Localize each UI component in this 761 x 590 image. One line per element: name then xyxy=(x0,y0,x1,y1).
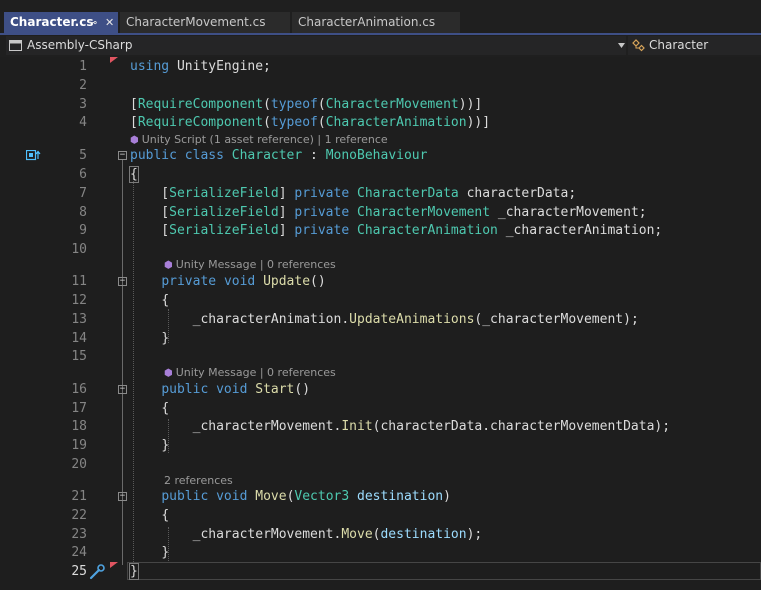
brace-match: { xyxy=(129,166,139,183)
code-text: [RequireComponent(typeof(CharacterAnimat… xyxy=(130,115,491,130)
code-text: _characterMovement.Move(destination); xyxy=(192,527,483,542)
code-line: 1 using UnityEngine; xyxy=(0,57,761,76)
code-line: 24 } xyxy=(0,543,761,562)
line-number: 18 xyxy=(71,419,87,434)
unity-icon: ⬢ xyxy=(130,135,139,146)
close-icon[interactable]: ✕ xyxy=(105,12,114,33)
code-text: public class Character : MonoBehaviour xyxy=(130,148,428,163)
code-line: 14 } xyxy=(0,329,761,348)
code-text: public void Move(Vector3 destination) xyxy=(161,489,451,504)
line-number: 21 xyxy=(71,489,87,504)
line-number: 11 xyxy=(71,274,87,289)
line-number: 20 xyxy=(71,457,87,472)
tab-label: CharacterAnimation.cs xyxy=(298,15,436,29)
code-text: [SerializeField] private CharacterMoveme… xyxy=(130,205,647,220)
line-number: 8 xyxy=(79,205,87,220)
code-line: 16 public void Start() xyxy=(0,380,761,399)
code-text: } xyxy=(161,331,170,346)
line-number: 13 xyxy=(71,312,87,327)
project-dropdown[interactable]: Assembly-CSharp xyxy=(6,36,626,55)
code-text: [SerializeField] private CharacterData c… xyxy=(130,186,577,201)
code-line: 12 { xyxy=(0,291,761,310)
line-number: 3 xyxy=(79,97,87,112)
code-line: 2 xyxy=(0,76,761,95)
code-line: 18 _characterMovement.Init(characterData… xyxy=(0,417,761,436)
code-text: _characterMovement.Init(characterData.ch… xyxy=(192,419,671,434)
code-line: 23 _characterMovement.Move(destination); xyxy=(0,525,761,544)
code-line: 3 [RequireComponent(typeof(CharacterMove… xyxy=(0,95,761,114)
line-number: 4 xyxy=(79,115,87,130)
breakpoint-marker-icon xyxy=(110,562,118,568)
code-line: 10 xyxy=(0,240,761,259)
code-line: 19 } xyxy=(0,436,761,455)
tab-character-cs[interactable]: Character.cs ⊸ ✕ xyxy=(4,12,118,33)
tab-bar: Character.cs ⊸ ✕ CharacterMovement.cs Ch… xyxy=(0,0,761,35)
quick-actions-icon[interactable] xyxy=(89,563,107,580)
code-text: } xyxy=(129,562,139,581)
code-line: 7 [SerializeField] private CharacterData… xyxy=(0,184,761,203)
line-number: 22 xyxy=(71,508,87,523)
codelens-start[interactable]: ⬢ Unity Message | 0 references xyxy=(164,365,336,381)
tab-label: Character.cs xyxy=(10,15,94,29)
line-number: 12 xyxy=(71,293,87,308)
line-number: 15 xyxy=(71,349,87,364)
code-text: } xyxy=(161,545,170,560)
code-text: public void Start() xyxy=(161,382,311,397)
codelens-update[interactable]: ⬢ Unity Message | 0 references xyxy=(164,257,336,273)
code-text: using UnityEngine; xyxy=(130,59,271,74)
chevron-down-icon xyxy=(618,43,625,48)
pin-icon[interactable]: ⊸ xyxy=(88,12,97,33)
line-number: 9 xyxy=(79,223,87,238)
tab-charactermovement-cs[interactable]: CharacterMovement.cs xyxy=(120,12,290,33)
code-text: [SerializeField] private CharacterAnimat… xyxy=(130,223,663,238)
code-text: private void Update() xyxy=(161,274,326,289)
code-text: { xyxy=(129,165,139,184)
current-line: 25 } xyxy=(0,562,761,581)
code-line: 20 xyxy=(0,455,761,474)
line-number: 16 xyxy=(71,382,87,397)
line-number: 7 xyxy=(79,186,87,201)
brace-match: } xyxy=(129,563,139,580)
unity-icon: ⬢ xyxy=(164,368,173,379)
line-number: 6 xyxy=(79,167,87,182)
line-number: 5 xyxy=(79,148,87,163)
project-icon xyxy=(9,40,22,51)
code-line: 8 [SerializeField] private CharacterMove… xyxy=(0,203,761,222)
line-number: 24 xyxy=(71,545,87,560)
member-name: Character xyxy=(649,38,709,52)
code-editor[interactable]: − − − − ⬢ Unity Script (1 asset reference… xyxy=(0,57,761,590)
class-icon xyxy=(632,39,645,52)
line-number: 25 xyxy=(71,564,87,579)
line-number: 10 xyxy=(71,242,87,257)
line-number: 1 xyxy=(79,59,87,74)
code-line: 6 { xyxy=(0,165,761,184)
code-line: 4 [RequireComponent(typeof(CharacterAnim… xyxy=(0,113,761,132)
line-number: 2 xyxy=(79,78,87,93)
line-number: 17 xyxy=(71,401,87,416)
tab-characteranimation-cs[interactable]: CharacterAnimation.cs xyxy=(292,12,460,33)
code-line: 13 _characterAnimation.UpdateAnimations(… xyxy=(0,310,761,329)
navigation-bar: Assembly-CSharp Character xyxy=(0,35,761,58)
code-line: 11 private void Update() xyxy=(0,272,761,291)
code-text: { xyxy=(161,293,170,308)
code-text: } xyxy=(161,438,170,453)
current-line-highlight xyxy=(127,562,761,580)
code-line: 5 public class Character : MonoBehaviour xyxy=(0,146,761,165)
line-number: 19 xyxy=(71,438,87,453)
code-line: 21 public void Move(Vector3 destination) xyxy=(0,487,761,506)
line-number: 23 xyxy=(71,527,87,542)
code-text: { xyxy=(161,508,170,523)
unity-icon: ⬢ xyxy=(164,260,173,271)
member-dropdown[interactable]: Character xyxy=(628,36,761,55)
code-text: [RequireComponent(typeof(CharacterMoveme… xyxy=(130,97,483,112)
tab-label: CharacterMovement.cs xyxy=(126,15,266,29)
code-text: { xyxy=(161,401,170,416)
code-text: _characterAnimation.UpdateAnimations(_ch… xyxy=(192,312,639,327)
line-number: 14 xyxy=(71,331,87,346)
project-name: Assembly-CSharp xyxy=(27,38,133,52)
code-line: 15 xyxy=(0,347,761,366)
code-line: 17 { xyxy=(0,399,761,418)
code-line: 22 { xyxy=(0,506,761,525)
code-line: 9 [SerializeField] private CharacterAnim… xyxy=(0,221,761,240)
